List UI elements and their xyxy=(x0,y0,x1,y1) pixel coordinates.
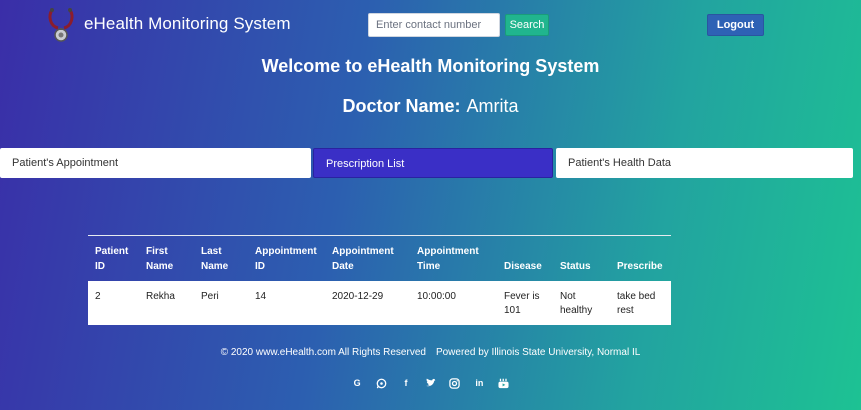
col-disease: Disease xyxy=(504,261,542,272)
col-status: Status xyxy=(560,261,591,272)
cell-disease: Fever is 101 xyxy=(497,281,553,325)
footer-text: © 2020 www.eHealth.com All Rights Reserv… xyxy=(0,347,861,358)
cell-appointment-time: 10:00:00 xyxy=(410,281,497,325)
doctor-name-label: Doctor Name: xyxy=(342,96,461,116)
col-prescribe: Prescribe xyxy=(617,261,663,272)
cell-appointment-id: 14 xyxy=(248,281,325,325)
cell-appointment-date: 2020-12-29 xyxy=(325,281,410,325)
footer-powered-by: Powered by Illinois State University, No… xyxy=(435,347,641,358)
twitter-icon[interactable] xyxy=(425,377,437,389)
col-patient-id: Patient ID xyxy=(95,246,129,272)
table-header-row: Patient ID First Name Last Name Appointment… xyxy=(88,236,671,281)
facebook-icon[interactable]: f xyxy=(400,377,412,389)
cell-status: Not healthy xyxy=(553,281,610,325)
col-appointment-id: Appointment ID xyxy=(255,246,317,272)
cell-patient-id: 2 xyxy=(88,281,139,325)
footer-copyright: © 2020 www.eHealth.com All Rights Reserv… xyxy=(220,347,426,358)
table-row: 2 Rekha Peri 14 2020-12-29 10:00:00 Feve… xyxy=(88,281,671,325)
whatsapp-icon[interactable] xyxy=(376,377,388,389)
youtube-icon[interactable] xyxy=(498,377,510,389)
instagram-icon[interactable] xyxy=(449,377,461,389)
tab-patient-appointment[interactable]: Patient's Appointment xyxy=(0,148,311,178)
cell-last-name: Peri xyxy=(194,281,248,325)
col-last-name: Last Name xyxy=(201,246,229,272)
google-icon[interactable]: G xyxy=(351,377,363,389)
cell-first-name: Rekha xyxy=(139,281,194,325)
tab-patient-health-data[interactable]: Patient's Health Data xyxy=(556,148,853,178)
cell-prescribe: take bed rest xyxy=(610,281,671,325)
logout-button[interactable]: Logout xyxy=(707,14,764,36)
top-navbar: eHealth Monitoring System Search Logout xyxy=(0,0,861,52)
linkedin-icon[interactable]: in xyxy=(473,377,485,389)
prescription-table-container: Patient ID First Name Last Name Appointment… xyxy=(88,235,671,325)
doctor-name-line: Doctor Name: Amrita xyxy=(0,96,861,117)
brand-title[interactable]: eHealth Monitoring System xyxy=(84,14,291,34)
col-appointment-time: Appointment Time xyxy=(417,246,479,272)
doctor-name-value: Amrita xyxy=(466,96,519,116)
stethoscope-logo-icon[interactable] xyxy=(46,6,76,44)
welcome-heading: Welcome to eHealth Monitoring System xyxy=(261,56,600,76)
social-links: G f in xyxy=(0,374,861,392)
col-first-name: First Name xyxy=(146,246,174,272)
contact-search-input[interactable] xyxy=(368,13,500,37)
col-appointment-date: Appointment Date xyxy=(332,246,394,272)
prescription-table: Patient ID First Name Last Name Appointment… xyxy=(88,236,671,325)
tab-prescription-list[interactable]: Prescription List xyxy=(313,148,553,178)
search-button[interactable]: Search xyxy=(505,14,549,36)
